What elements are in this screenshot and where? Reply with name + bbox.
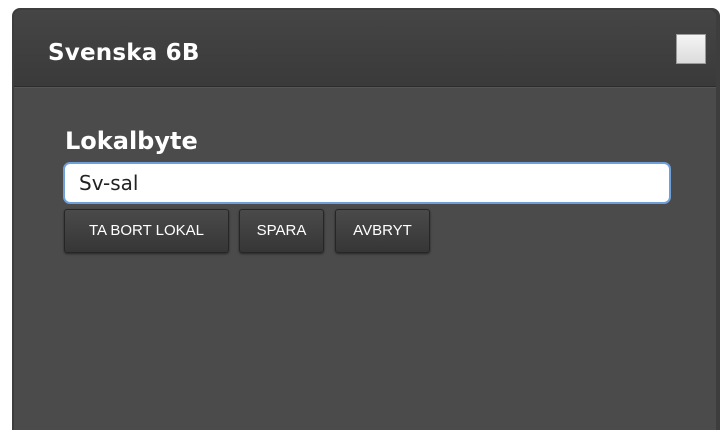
room-input[interactable] xyxy=(63,162,671,204)
dialog-header: Svenska 6B xyxy=(14,10,716,87)
dialog-frame: Svenska 6B Lokalbyte TA BORT LOKAL SPARA… xyxy=(12,8,720,430)
header-checkbox[interactable] xyxy=(676,34,706,64)
remove-room-button[interactable]: TA BORT LOKAL xyxy=(64,209,229,253)
room-change-label: Lokalbyte xyxy=(65,127,198,155)
dialog-panel: Svenska 6B Lokalbyte TA BORT LOKAL SPARA… xyxy=(14,10,716,430)
cancel-button[interactable]: AVBRYT xyxy=(335,209,430,253)
dialog-title: Svenska 6B xyxy=(48,40,200,66)
save-button[interactable]: SPARA xyxy=(239,209,324,253)
